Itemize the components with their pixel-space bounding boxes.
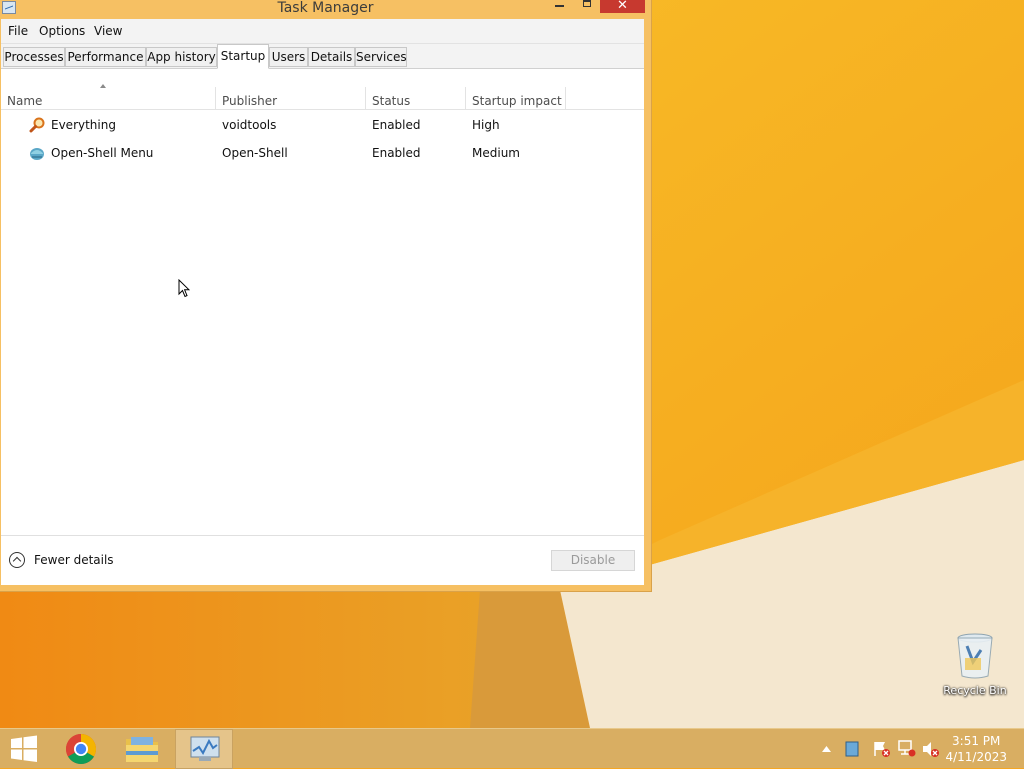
footer-bar: Fewer details Disable [1,535,644,585]
row-status: Enabled [372,118,421,132]
table-row[interactable]: Open-Shell Menu Open-Shell Enabled Mediu… [1,139,644,167]
row-status: Enabled [372,146,421,160]
column-header-publisher[interactable]: Publisher [216,71,365,111]
tab-app-history[interactable]: App history [146,47,217,67]
header-divider [1,109,644,110]
menu-options[interactable]: Options [39,24,85,38]
minimize-button[interactable] [548,0,570,13]
taskbar: 3:51 PM 4/11/2023 [0,728,1024,769]
tab-startup[interactable]: Startup [217,44,269,69]
start-button[interactable] [0,729,58,769]
taskbar-chrome[interactable] [52,729,110,769]
table-row[interactable]: Everything voidtools Enabled High [1,111,644,139]
menu-file[interactable]: File [8,24,28,38]
chevron-up-circle-icon[interactable] [9,552,25,568]
menu-bar: File Options View [1,19,644,44]
show-hidden-icons-chevron-icon[interactable] [822,746,831,752]
disable-button[interactable]: Disable [551,550,635,571]
fewer-details-link[interactable]: Fewer details [34,553,114,567]
action-center-flag-icon[interactable] [845,741,859,757]
mouse-cursor-icon [178,279,190,298]
row-publisher: voidtools [222,118,277,132]
clock-date: 4/11/2023 [945,750,1007,764]
task-manager-icon [190,736,220,761]
network-icon[interactable] [898,740,916,757]
taskbar-file-explorer[interactable] [113,729,171,769]
row-name: Open-Shell Menu [51,146,154,160]
row-impact: Medium [472,146,520,160]
magnifier-icon [29,117,45,133]
tab-services[interactable]: Services [355,47,407,67]
task-manager-window: Task Manager ✕ File Options View Process… [0,0,651,591]
chrome-icon [65,734,97,765]
column-header-name[interactable]: Name [1,71,215,111]
row-impact: High [472,118,500,132]
task-manager-body: File Options View Processes Performance … [1,19,644,585]
column-header-startup-impact[interactable]: Startup impact [466,71,565,111]
menu-view[interactable]: View [94,24,122,38]
taskbar-task-manager[interactable] [175,729,233,769]
tab-performance[interactable]: Performance [65,47,146,67]
column-header-status[interactable]: Status [366,71,465,111]
recycle-bin-icon [957,633,993,679]
recycle-bin-label: Recycle Bin [943,684,1007,697]
tab-strip: Processes Performance App history Startu… [1,44,644,69]
maximize-button[interactable] [576,0,598,13]
shell-icon [30,148,44,160]
title-bar[interactable]: Task Manager ✕ [0,0,651,18]
close-button[interactable]: ✕ [600,0,645,13]
folder-icon [126,737,158,762]
tab-processes[interactable]: Processes [3,47,65,67]
tab-details[interactable]: Details [308,47,355,67]
volume-muted-icon[interactable] [922,741,940,757]
tab-users[interactable]: Users [269,47,308,67]
flag-alert-icon[interactable] [873,741,891,757]
clock-time: 3:51 PM [952,734,1001,748]
row-publisher: Open-Shell [222,146,288,160]
recycle-bin-shortcut[interactable]: Recycle Bin [942,630,1008,700]
taskbar-clock[interactable]: 3:51 PM 4/11/2023 [945,733,1007,765]
column-divider[interactable] [565,87,566,109]
windows-logo-icon [11,735,37,762]
row-name: Everything [51,118,116,132]
